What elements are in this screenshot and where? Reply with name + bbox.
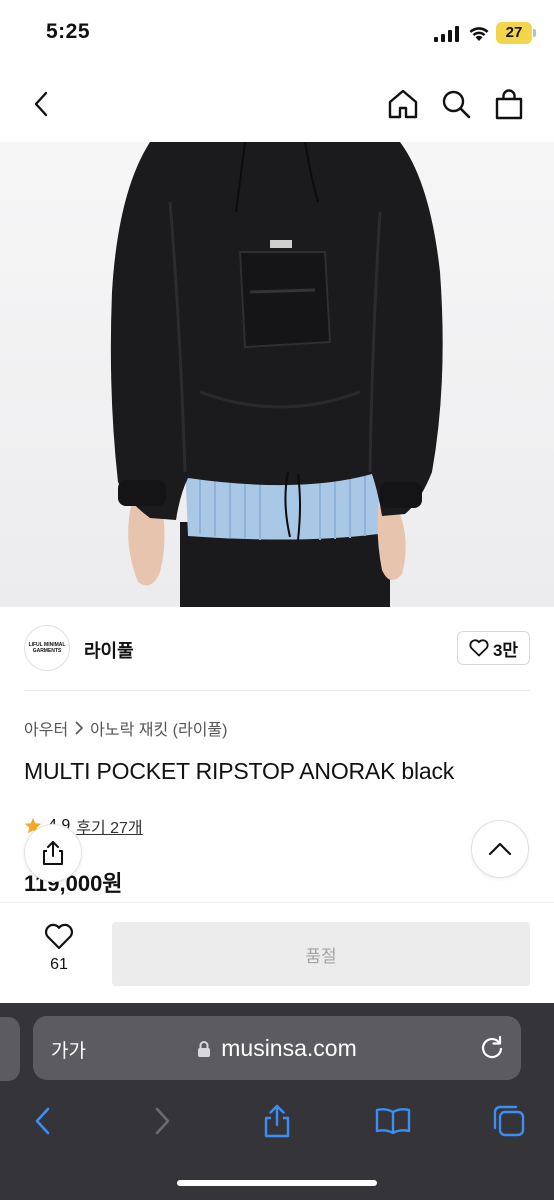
status-time: 5:25 [46, 20, 91, 43]
status-bar: 5:25 27 [0, 0, 554, 64]
top-nav [0, 64, 554, 142]
brand-name[interactable]: 라이풀 [84, 637, 134, 663]
home-indicator [177, 1180, 377, 1186]
heart-icon [469, 639, 489, 657]
url-display[interactable]: musinsa.com [33, 1035, 521, 1062]
share-icon [264, 1104, 290, 1138]
lock-icon [198, 1040, 211, 1057]
reload-icon [482, 1035, 503, 1059]
wishlist-button[interactable]: 61 [30, 923, 88, 974]
product-title: MULTI POCKET RIPSTOP ANORAK black [24, 758, 455, 784]
home-icon [388, 89, 418, 119]
home-button[interactable] [383, 84, 423, 124]
soldout-button[interactable]: 품절 [112, 922, 530, 986]
book-icon [375, 1108, 411, 1135]
brand-like-button[interactable]: 3만 [457, 631, 530, 665]
scroll-top-button[interactable] [471, 820, 529, 878]
chevron-right-icon [155, 1107, 170, 1135]
product-image[interactable] [0, 142, 554, 607]
back-button[interactable] [22, 84, 62, 124]
breadcrumb-subcategory[interactable]: 아노락 재킷 (라이풀) [90, 716, 227, 740]
chevron-left-icon [34, 91, 48, 117]
search-icon [442, 90, 471, 119]
share-icon [43, 841, 63, 865]
browser-back-button[interactable] [21, 1099, 65, 1143]
breadcrumb-category[interactable]: 아우터 [24, 716, 68, 740]
chevron-right-icon [75, 721, 84, 735]
tabs-button[interactable] [487, 1099, 531, 1143]
browser-forward-button[interactable] [140, 1099, 184, 1143]
url-text: musinsa.com [221, 1035, 357, 1061]
brand-logo-line2: GARMENTS [32, 648, 62, 654]
bookmarks-button[interactable] [371, 1099, 415, 1143]
share-button[interactable] [24, 824, 82, 882]
heart-icon [44, 923, 74, 950]
breadcrumb: 아우터 아노락 재킷 (라이풀) [24, 716, 227, 740]
brand-like-count: 3만 [492, 640, 519, 660]
shopping-bag-icon [495, 89, 523, 120]
purchase-bar: 61 품절 [0, 902, 554, 1003]
review-count-link[interactable]: 후기 27개 [76, 814, 142, 838]
wishlist-count: 61 [50, 956, 68, 973]
address-bar[interactable]: 가가 musinsa.com [33, 1016, 521, 1080]
wifi-icon [468, 25, 490, 47]
cellular-signal-icon [434, 26, 460, 47]
brand-logo[interactable]: LIFUL MINIMAL GARMENTS [24, 625, 70, 671]
tabs-icon [493, 1105, 525, 1137]
battery-icon: 27 [496, 22, 536, 44]
reload-button[interactable] [479, 1034, 505, 1065]
browser-share-button[interactable] [255, 1099, 299, 1143]
divider [24, 690, 530, 691]
previous-tab-preview[interactable] [0, 1017, 20, 1081]
browser-toolbar [0, 1099, 554, 1149]
chevron-left-icon [35, 1107, 50, 1135]
chevron-up-icon [488, 842, 512, 856]
brand-row[interactable]: LIFUL MINIMAL GARMENTS 라이풀 3만 [0, 607, 554, 691]
browser-bottom-bar: 가가 musinsa.com [0, 1003, 554, 1200]
search-button[interactable] [436, 84, 476, 124]
cart-button[interactable] [489, 84, 529, 124]
